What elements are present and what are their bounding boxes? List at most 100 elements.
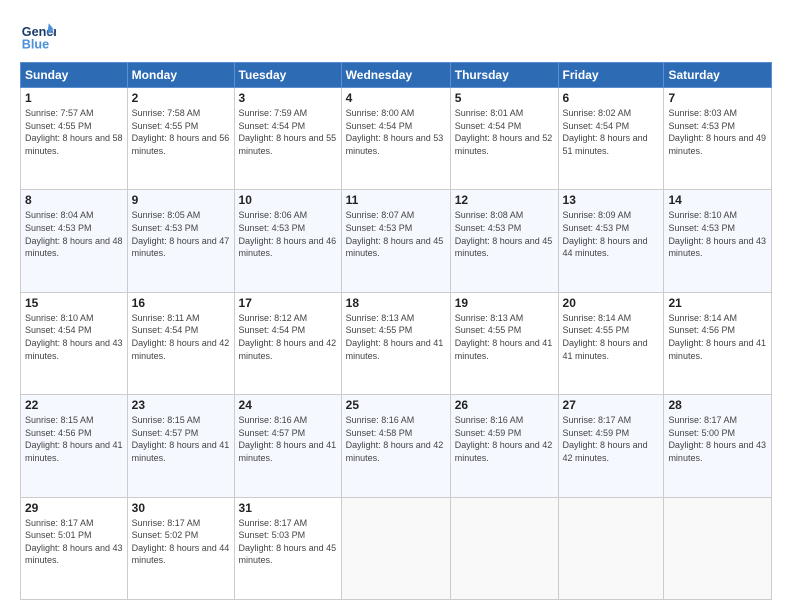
calendar-cell: 2 Sunrise: 7:58 AMSunset: 4:55 PMDayligh… <box>127 88 234 190</box>
day-number: 30 <box>132 501 230 515</box>
day-number: 7 <box>668 91 767 105</box>
weekday-tuesday: Tuesday <box>234 63 341 88</box>
calendar-cell: 28 Sunrise: 8:17 AMSunset: 5:00 PMDaylig… <box>664 395 772 497</box>
day-number: 18 <box>346 296 446 310</box>
day-info: Sunrise: 8:10 AMSunset: 4:53 PMDaylight:… <box>668 210 766 258</box>
day-number: 6 <box>563 91 660 105</box>
day-number: 13 <box>563 193 660 207</box>
calendar-cell <box>450 497 558 599</box>
day-info: Sunrise: 8:09 AMSunset: 4:53 PMDaylight:… <box>563 210 648 258</box>
week-row-4: 22 Sunrise: 8:15 AMSunset: 4:56 PMDaylig… <box>21 395 772 497</box>
day-number: 28 <box>668 398 767 412</box>
week-row-1: 1 Sunrise: 7:57 AMSunset: 4:55 PMDayligh… <box>21 88 772 190</box>
weekday-saturday: Saturday <box>664 63 772 88</box>
calendar-cell: 4 Sunrise: 8:00 AMSunset: 4:54 PMDayligh… <box>341 88 450 190</box>
day-number: 19 <box>455 296 554 310</box>
day-info: Sunrise: 8:04 AMSunset: 4:53 PMDaylight:… <box>25 210 123 258</box>
day-info: Sunrise: 8:16 AMSunset: 4:59 PMDaylight:… <box>455 415 553 463</box>
calendar-cell: 24 Sunrise: 8:16 AMSunset: 4:57 PMDaylig… <box>234 395 341 497</box>
calendar-cell: 15 Sunrise: 8:10 AMSunset: 4:54 PMDaylig… <box>21 292 128 394</box>
day-info: Sunrise: 8:11 AMSunset: 4:54 PMDaylight:… <box>132 313 230 361</box>
day-info: Sunrise: 8:08 AMSunset: 4:53 PMDaylight:… <box>455 210 553 258</box>
weekday-wednesday: Wednesday <box>341 63 450 88</box>
calendar-cell <box>341 497 450 599</box>
day-info: Sunrise: 7:57 AMSunset: 4:55 PMDaylight:… <box>25 108 123 156</box>
day-number: 17 <box>239 296 337 310</box>
calendar-cell: 14 Sunrise: 8:10 AMSunset: 4:53 PMDaylig… <box>664 190 772 292</box>
calendar-cell: 1 Sunrise: 7:57 AMSunset: 4:55 PMDayligh… <box>21 88 128 190</box>
calendar-cell: 6 Sunrise: 8:02 AMSunset: 4:54 PMDayligh… <box>558 88 664 190</box>
day-number: 3 <box>239 91 337 105</box>
svg-text:Blue: Blue <box>22 37 49 51</box>
day-number: 22 <box>25 398 123 412</box>
day-info: Sunrise: 8:16 AMSunset: 4:58 PMDaylight:… <box>346 415 444 463</box>
day-number: 31 <box>239 501 337 515</box>
weekday-thursday: Thursday <box>450 63 558 88</box>
day-number: 5 <box>455 91 554 105</box>
week-row-5: 29 Sunrise: 8:17 AMSunset: 5:01 PMDaylig… <box>21 497 772 599</box>
day-info: Sunrise: 8:06 AMSunset: 4:53 PMDaylight:… <box>239 210 337 258</box>
day-info: Sunrise: 8:17 AMSunset: 5:02 PMDaylight:… <box>132 518 230 566</box>
calendar-cell: 11 Sunrise: 8:07 AMSunset: 4:53 PMDaylig… <box>341 190 450 292</box>
day-number: 1 <box>25 91 123 105</box>
day-number: 27 <box>563 398 660 412</box>
week-row-2: 8 Sunrise: 8:04 AMSunset: 4:53 PMDayligh… <box>21 190 772 292</box>
day-number: 10 <box>239 193 337 207</box>
day-number: 9 <box>132 193 230 207</box>
day-info: Sunrise: 8:15 AMSunset: 4:56 PMDaylight:… <box>25 415 123 463</box>
calendar-cell: 19 Sunrise: 8:13 AMSunset: 4:55 PMDaylig… <box>450 292 558 394</box>
weekday-monday: Monday <box>127 63 234 88</box>
day-info: Sunrise: 8:12 AMSunset: 4:54 PMDaylight:… <box>239 313 337 361</box>
calendar-cell: 7 Sunrise: 8:03 AMSunset: 4:53 PMDayligh… <box>664 88 772 190</box>
logo-icon: General Blue <box>20 16 56 52</box>
calendar-cell <box>664 497 772 599</box>
day-info: Sunrise: 8:13 AMSunset: 4:55 PMDaylight:… <box>346 313 444 361</box>
calendar-cell: 31 Sunrise: 8:17 AMSunset: 5:03 PMDaylig… <box>234 497 341 599</box>
day-number: 15 <box>25 296 123 310</box>
weekday-header-row: SundayMondayTuesdayWednesdayThursdayFrid… <box>21 63 772 88</box>
day-number: 4 <box>346 91 446 105</box>
calendar-table: SundayMondayTuesdayWednesdayThursdayFrid… <box>20 62 772 600</box>
day-info: Sunrise: 8:10 AMSunset: 4:54 PMDaylight:… <box>25 313 123 361</box>
day-number: 25 <box>346 398 446 412</box>
day-info: Sunrise: 8:17 AMSunset: 5:00 PMDaylight:… <box>668 415 766 463</box>
calendar-cell: 21 Sunrise: 8:14 AMSunset: 4:56 PMDaylig… <box>664 292 772 394</box>
header: General Blue <box>20 16 772 52</box>
calendar-cell <box>558 497 664 599</box>
day-info: Sunrise: 8:14 AMSunset: 4:55 PMDaylight:… <box>563 313 648 361</box>
day-number: 14 <box>668 193 767 207</box>
logo: General Blue <box>20 16 56 52</box>
day-number: 26 <box>455 398 554 412</box>
calendar-cell: 5 Sunrise: 8:01 AMSunset: 4:54 PMDayligh… <box>450 88 558 190</box>
day-info: Sunrise: 7:59 AMSunset: 4:54 PMDaylight:… <box>239 108 337 156</box>
week-row-3: 15 Sunrise: 8:10 AMSunset: 4:54 PMDaylig… <box>21 292 772 394</box>
day-info: Sunrise: 8:01 AMSunset: 4:54 PMDaylight:… <box>455 108 553 156</box>
day-info: Sunrise: 8:16 AMSunset: 4:57 PMDaylight:… <box>239 415 337 463</box>
day-info: Sunrise: 8:17 AMSunset: 5:01 PMDaylight:… <box>25 518 123 566</box>
calendar-cell: 3 Sunrise: 7:59 AMSunset: 4:54 PMDayligh… <box>234 88 341 190</box>
day-number: 12 <box>455 193 554 207</box>
calendar-cell: 12 Sunrise: 8:08 AMSunset: 4:53 PMDaylig… <box>450 190 558 292</box>
day-info: Sunrise: 7:58 AMSunset: 4:55 PMDaylight:… <box>132 108 230 156</box>
calendar-cell: 23 Sunrise: 8:15 AMSunset: 4:57 PMDaylig… <box>127 395 234 497</box>
weekday-sunday: Sunday <box>21 63 128 88</box>
day-number: 2 <box>132 91 230 105</box>
day-number: 29 <box>25 501 123 515</box>
day-info: Sunrise: 8:14 AMSunset: 4:56 PMDaylight:… <box>668 313 766 361</box>
calendar-cell: 10 Sunrise: 8:06 AMSunset: 4:53 PMDaylig… <box>234 190 341 292</box>
day-number: 8 <box>25 193 123 207</box>
weekday-friday: Friday <box>558 63 664 88</box>
calendar-cell: 18 Sunrise: 8:13 AMSunset: 4:55 PMDaylig… <box>341 292 450 394</box>
day-number: 23 <box>132 398 230 412</box>
day-info: Sunrise: 8:07 AMSunset: 4:53 PMDaylight:… <box>346 210 444 258</box>
day-number: 21 <box>668 296 767 310</box>
calendar-cell: 20 Sunrise: 8:14 AMSunset: 4:55 PMDaylig… <box>558 292 664 394</box>
calendar-cell: 22 Sunrise: 8:15 AMSunset: 4:56 PMDaylig… <box>21 395 128 497</box>
calendar-cell: 25 Sunrise: 8:16 AMSunset: 4:58 PMDaylig… <box>341 395 450 497</box>
day-number: 16 <box>132 296 230 310</box>
day-number: 24 <box>239 398 337 412</box>
calendar-cell: 26 Sunrise: 8:16 AMSunset: 4:59 PMDaylig… <box>450 395 558 497</box>
day-info: Sunrise: 8:17 AMSunset: 5:03 PMDaylight:… <box>239 518 337 566</box>
calendar-cell: 8 Sunrise: 8:04 AMSunset: 4:53 PMDayligh… <box>21 190 128 292</box>
day-info: Sunrise: 8:13 AMSunset: 4:55 PMDaylight:… <box>455 313 553 361</box>
